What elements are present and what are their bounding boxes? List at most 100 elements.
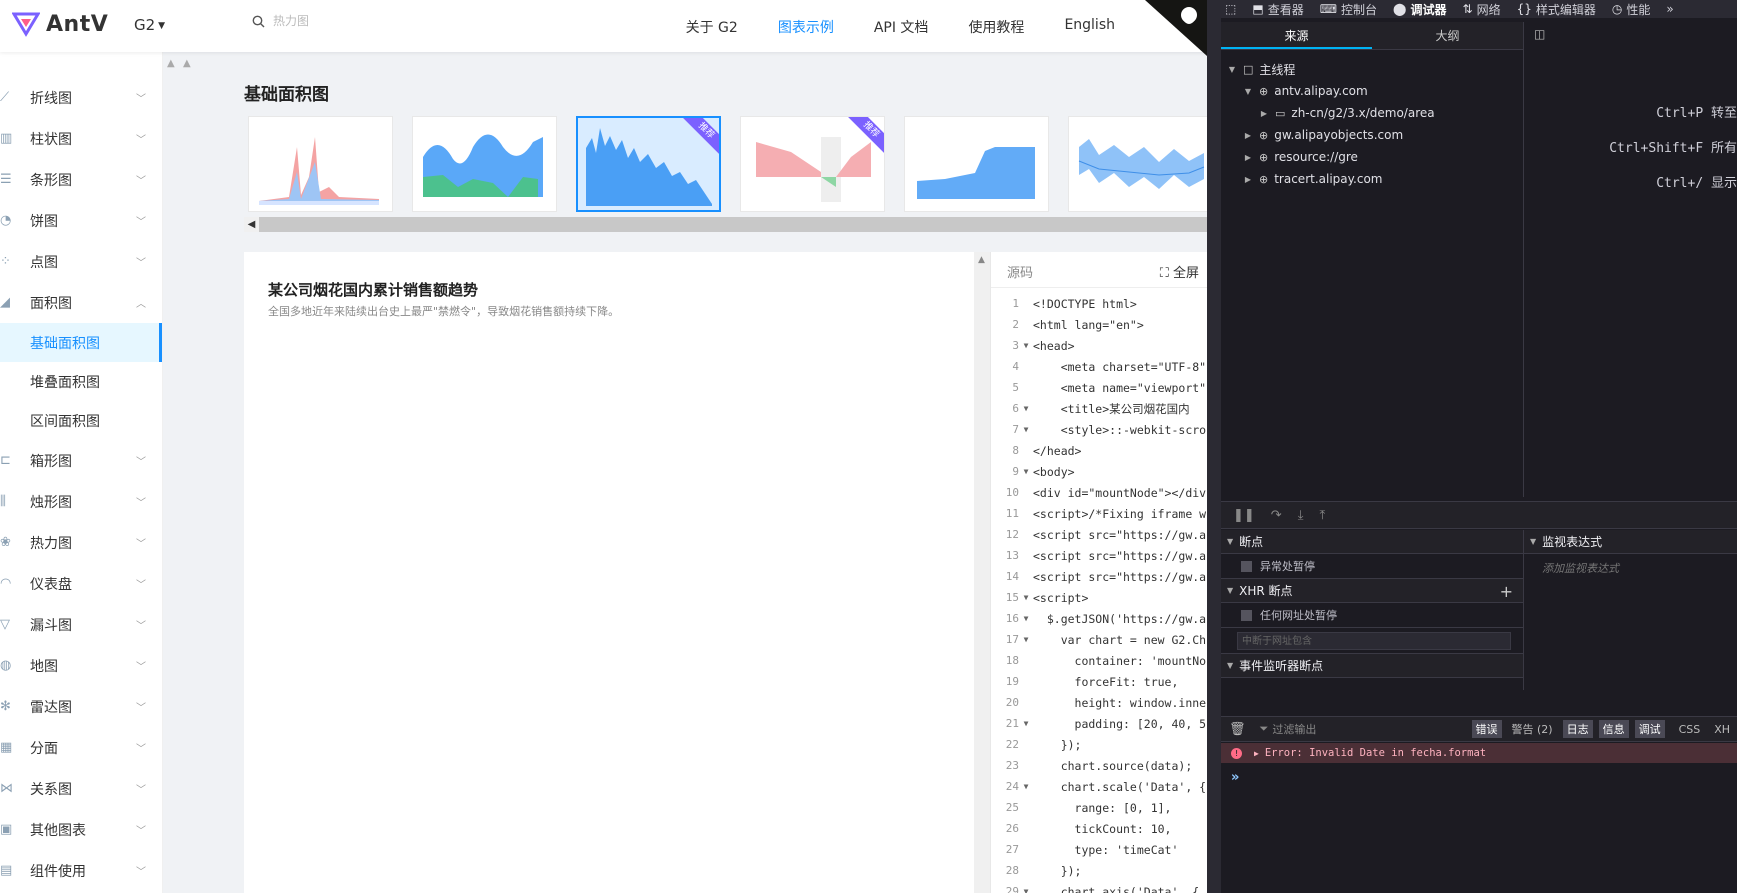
pause-any-url-row[interactable]: 任何网址处暂停: [1221, 603, 1523, 628]
scroll-up-arrow-icon[interactable]: ▲: [978, 255, 985, 265]
sidebar-subitem[interactable]: 区间面积图: [0, 401, 162, 440]
pause-on-exception-row[interactable]: 异常处暂停: [1221, 554, 1523, 579]
source-tree-node[interactable]: ▶ ⊕ tracert.alipay.com: [1221, 168, 1523, 190]
more-tools-icon[interactable]: »: [1666, 2, 1673, 16]
step-out-icon[interactable]: ⤒: [1319, 508, 1325, 523]
sidebar-item[interactable]: ☰ 条形图 ﹀: [0, 159, 162, 200]
trash-icon[interactable]: 🗑: [1229, 722, 1246, 737]
console-prompt-icon[interactable]: »: [1231, 770, 1239, 785]
checkbox[interactable]: [1241, 560, 1252, 572]
watch-placeholder[interactable]: 添加监视表达式: [1524, 554, 1737, 582]
devtools-tab[interactable]: ◷ 性能: [1612, 1, 1651, 18]
source-tree-node[interactable]: ▼ □ 主线程: [1221, 58, 1523, 80]
demo-thumbnail[interactable]: [248, 116, 393, 212]
antv-logo[interactable]: AntV: [12, 10, 108, 38]
sidebar-item[interactable]: ◠ 仪表盘 ﹀: [0, 563, 162, 604]
sidebar-item[interactable]: ▥ 柱状图 ﹀: [0, 118, 162, 159]
source-tree-node[interactable]: ▼ ⊕ antv.alipay.com: [1221, 80, 1523, 102]
demo-thumbnail[interactable]: 推荐: [740, 116, 885, 212]
step-over-icon[interactable]: ↷: [1271, 508, 1282, 523]
nav-api-docs[interactable]: API 文档: [874, 17, 929, 37]
checkbox[interactable]: [1241, 609, 1252, 621]
fold-marker-icon[interactable]: ▼: [1019, 887, 1033, 893]
fold-marker-icon[interactable]: ▼: [1019, 782, 1033, 791]
sidebar-item[interactable]: ▤ 组件使用 ﹀: [0, 850, 162, 891]
console-level-toggle[interactable]: 信息: [1598, 720, 1629, 738]
sidebar-subitem[interactable]: 堆叠面积图: [0, 362, 162, 401]
toggle-sidebar-icon[interactable]: ◫: [1534, 27, 1545, 41]
tab-outline[interactable]: 大纲: [1372, 22, 1523, 49]
event-breakpoints-header[interactable]: ▼ 事件监听器断点: [1221, 654, 1523, 678]
devtools-tab[interactable]: ⬒ 查看器: [1252, 1, 1303, 18]
nav-examples[interactable]: 图表示例: [778, 17, 834, 37]
sidebar-scroll-gutter[interactable]: ▲ ▲: [163, 52, 196, 893]
fold-marker-icon[interactable]: ▼: [1019, 425, 1033, 434]
watch-header[interactable]: ▼ 监视表达式: [1524, 530, 1737, 554]
demo-thumbnail-selected[interactable]: 推荐: [576, 116, 721, 212]
sidebar-item[interactable]: ◔ 饼图 ﹀: [0, 200, 162, 241]
console-error-message[interactable]: ! ▶ Error: Invalid Date in fecha.format: [1221, 743, 1737, 763]
tab-sources[interactable]: 来源: [1221, 22, 1372, 49]
console-level-toggle[interactable]: 警告 (2): [1508, 720, 1557, 738]
sidebar-item[interactable]: ⊏ 箱形图 ﹀: [0, 440, 162, 481]
twisty-right-icon[interactable]: ▶: [1243, 175, 1253, 184]
fold-marker-icon[interactable]: ▼: [1019, 341, 1033, 350]
fold-marker-icon[interactable]: ▼: [1019, 467, 1033, 476]
devtools-tab[interactable]: ⌨ 控制台: [1320, 1, 1377, 18]
version-dropdown[interactable]: G2 ▼: [134, 16, 165, 34]
twisty-down-icon[interactable]: ▼: [1243, 87, 1253, 96]
sidebar-item[interactable]: ◢ 面积图 ︿: [0, 282, 162, 323]
fullscreen-button[interactable]: ⛶ 全屏: [1160, 262, 1199, 281]
sidebar-item[interactable]: ✻ 雷达图 ﹀: [0, 686, 162, 727]
demo-thumbnail[interactable]: [1068, 116, 1207, 212]
console-level-toggle[interactable]: 调试: [1634, 720, 1665, 738]
fold-marker-icon[interactable]: ▼: [1019, 593, 1033, 602]
fold-marker-icon[interactable]: ▼: [1019, 614, 1033, 623]
scroll-left-arrow-icon[interactable]: ◀: [244, 217, 259, 232]
search-box[interactable]: [252, 14, 433, 28]
sidebar-item[interactable]: ❀ 热力图 ﹀: [0, 522, 162, 563]
css-toggle[interactable]: CSS: [1679, 723, 1701, 736]
sidebar-subitem[interactable]: 基础面积图: [0, 323, 162, 362]
add-icon[interactable]: +: [1500, 582, 1513, 601]
devtools-tab[interactable]: ⇅ 网络: [1463, 1, 1501, 18]
search-input[interactable]: [273, 14, 433, 28]
console-level-toggle[interactable]: 错误: [1471, 720, 1502, 738]
sidebar-item[interactable]: ⫼ 烛形图 ﹀: [0, 481, 162, 522]
source-tree-node[interactable]: ▶ ⊕ resource://gre: [1221, 146, 1523, 168]
nav-about[interactable]: 关于 G2: [686, 17, 738, 37]
chart-scrollbar[interactable]: ▲: [974, 252, 990, 893]
twisty-right-icon[interactable]: ▶: [1243, 153, 1253, 162]
sidebar-item[interactable]: ▦ 分面 ﹀: [0, 727, 162, 768]
xhr-toggle[interactable]: XH: [1714, 723, 1730, 736]
fold-marker-icon[interactable]: ▼: [1019, 404, 1033, 413]
breakpoints-header[interactable]: ▼ 断点: [1221, 530, 1523, 554]
github-corner-icon[interactable]: [1145, 0, 1207, 56]
sidebar-item[interactable]: ◍ 地图 ﹀: [0, 645, 162, 686]
console-level-toggle[interactable]: 日志: [1562, 720, 1593, 738]
devtools-tab[interactable]: ⬤ 调试器: [1393, 1, 1446, 18]
sidebar-item[interactable]: ⟋ 折线图 ﹀: [0, 77, 162, 118]
twisty-right-icon[interactable]: ▶: [1254, 749, 1259, 758]
thumbnail-scrollbar[interactable]: ◀: [244, 217, 1207, 232]
url-filter-input[interactable]: [1237, 632, 1511, 650]
source-tree-node[interactable]: ▶ ⊕ gw.alipayobjects.com: [1221, 124, 1523, 146]
step-in-icon[interactable]: ⤓: [1298, 508, 1304, 523]
console-filter[interactable]: ⏷ 过滤输出: [1260, 721, 1460, 737]
scroll-up-arrow-icon[interactable]: ▲: [183, 58, 191, 69]
xhr-breakpoints-header[interactable]: ▼ XHR 断点 +: [1221, 579, 1523, 603]
scroll-up-arrow-icon[interactable]: ▲: [167, 58, 175, 69]
sidebar-item[interactable]: ▣ 其他图表 ﹀: [0, 809, 162, 850]
fold-marker-icon[interactable]: ▼: [1019, 719, 1033, 728]
sidebar-item[interactable]: ▽ 漏斗图 ﹀: [0, 604, 162, 645]
element-picker-icon[interactable]: ⬚: [1225, 2, 1236, 16]
source-tree-node[interactable]: ▶ ▭ zh-cn/g2/3.x/demo/area: [1221, 102, 1523, 124]
twisty-right-icon[interactable]: ▶: [1259, 109, 1269, 118]
nav-tutorial[interactable]: 使用教程: [968, 17, 1024, 37]
sidebar-item[interactable]: ⁘ 点图 ﹀: [0, 241, 162, 282]
twisty-down-icon[interactable]: ▼: [1227, 65, 1237, 74]
code-editor[interactable]: 1 <!DOCTYPE html> 2 <html lang="en"> 3 ▼ <head…: [991, 293, 1207, 893]
demo-thumbnail[interactable]: [412, 116, 557, 212]
sidebar-item[interactable]: ⋈ 关系图 ﹀: [0, 768, 162, 809]
nav-english[interactable]: English: [1064, 17, 1115, 37]
